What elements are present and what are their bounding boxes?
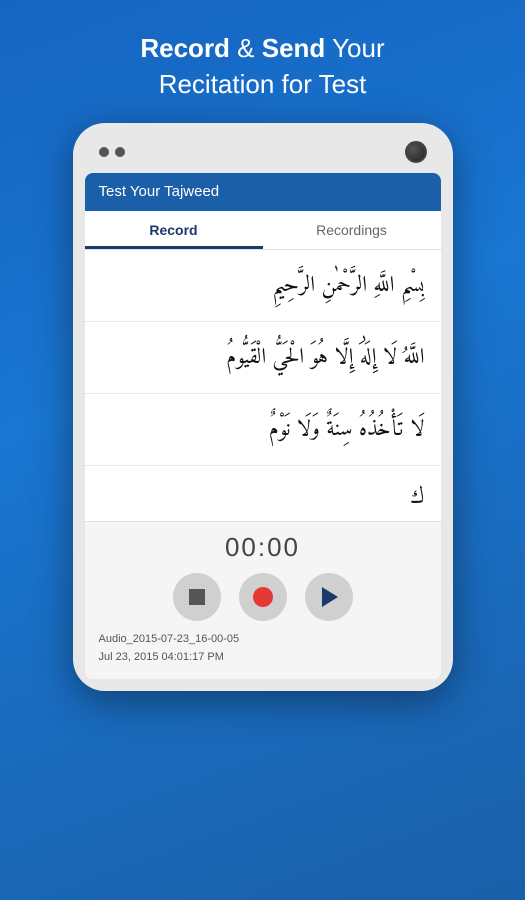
sensor-dot-2 — [115, 147, 125, 157]
header-and: & — [237, 33, 262, 63]
tab-record[interactable]: Record — [85, 211, 263, 249]
phone-sensors — [99, 147, 125, 157]
record-bold: Record — [140, 33, 230, 63]
arabic-content: بِسْمِ اللَّهِ الرَّحْمٰنِ الرَّحِيمِ ال… — [85, 250, 441, 522]
phone-camera — [405, 141, 427, 163]
header-your: Your — [332, 33, 385, 63]
arabic-verse-1: بِسْمِ اللَّهِ الرَّحْمٰنِ الرَّحِيمِ — [85, 250, 441, 322]
sensor-dot-1 — [99, 147, 109, 157]
audio-datetime: Jul 23, 2015 04:01:17 PM — [99, 649, 427, 667]
phone-screen: Test Your Tajweed Record Recordings بِسْ… — [85, 173, 441, 679]
page-header: Record & Send Your Recitation for Test — [100, 0, 424, 123]
app-header: Test Your Tajweed — [85, 173, 441, 211]
stop-icon — [189, 589, 205, 605]
audio-filename: Audio_2015-07-23_16-00-05 — [99, 631, 427, 649]
arabic-verse-2-text: اللَّهُ لَا إِلَٰهَ إِلَّا هُوَ الْحَيُّ… — [226, 338, 424, 377]
phone-frame: Test Your Tajweed Record Recordings بِسْ… — [73, 123, 453, 691]
tab-bar: Record Recordings — [85, 211, 441, 250]
play-button[interactable] — [305, 573, 353, 621]
controls-area: 00:00 Audio_2015-07-23_16-00-05 Jul 23, … — [85, 521, 441, 678]
app-title: Test Your Tajweed — [99, 183, 220, 200]
arabic-verse-3-text: لَا تَأْخُذُهُ سِنَةٌ وَلَا نَوْمٌ — [269, 410, 425, 449]
tab-recordings[interactable]: Recordings — [263, 211, 441, 249]
arabic-verse-partial: ك — [85, 466, 441, 521]
audio-info: Audio_2015-07-23_16-00-05 Jul 23, 2015 0… — [99, 631, 427, 666]
phone-top-bar — [85, 135, 441, 173]
record-icon — [253, 587, 273, 607]
send-bold: Send — [262, 33, 326, 63]
header-line2: Recitation for Test — [159, 69, 367, 99]
timer-display: 00:00 — [99, 532, 427, 563]
arabic-verse-1-text: بِسْمِ اللَّهِ الرَّحْمٰنِ الرَّحِيمِ — [272, 266, 424, 305]
arabic-verse-partial-text: ك — [410, 478, 424, 517]
record-button[interactable] — [239, 573, 287, 621]
stop-button[interactable] — [173, 573, 221, 621]
play-icon — [322, 587, 338, 607]
control-buttons — [99, 573, 427, 621]
arabic-verse-3: لَا تَأْخُذُهُ سِنَةٌ وَلَا نَوْمٌ — [85, 394, 441, 466]
arabic-verse-2: اللَّهُ لَا إِلَٰهَ إِلَّا هُوَ الْحَيُّ… — [85, 322, 441, 394]
